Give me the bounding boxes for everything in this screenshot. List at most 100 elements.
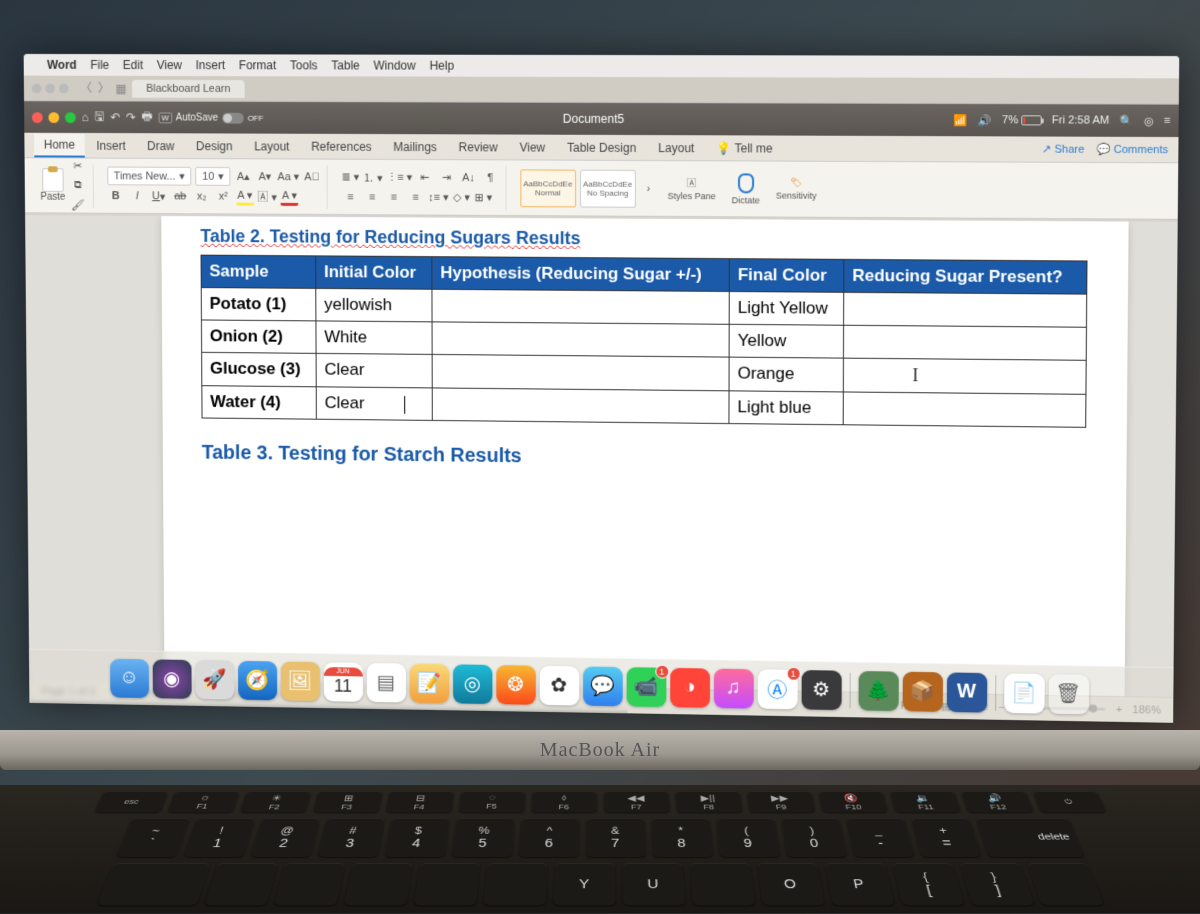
dictate-button[interactable]: Dictate xyxy=(726,173,766,205)
style-normal[interactable]: AaBbCcDdEe Normal xyxy=(520,169,576,207)
word-dock-icon[interactable]: W xyxy=(946,672,986,712)
tab-layout2[interactable]: Layout xyxy=(648,137,704,159)
wifi-icon[interactable]: 📶 xyxy=(954,114,968,127)
safari-icon[interactable]: 🧭 xyxy=(238,660,277,700)
calendar-icon[interactable]: JUN 11 xyxy=(323,662,362,702)
key-esc[interactable]: esc xyxy=(94,791,168,812)
key-f8[interactable]: ▶||F8 xyxy=(675,791,742,812)
nav-back-icon[interactable]: 〈 xyxy=(80,80,92,97)
key-r[interactable] xyxy=(413,863,479,905)
paste-button[interactable]: Paste xyxy=(40,168,65,203)
browser-tab[interactable]: Blackboard Learn xyxy=(132,79,244,97)
autosave-toggle[interactable]: W AutoSave OFF xyxy=(159,112,264,123)
key-f1[interactable]: ☼F1 xyxy=(167,791,239,812)
tell-me[interactable]: 💡 Tell me xyxy=(706,137,782,159)
key-e[interactable] xyxy=(343,863,412,905)
tab-design[interactable]: Design xyxy=(186,135,242,157)
copy-icon[interactable]: ⧉ xyxy=(69,177,87,195)
key-f11[interactable]: 🔉F11 xyxy=(889,791,960,812)
key-6[interactable]: ^6 xyxy=(519,818,579,857)
sidebar-icon[interactable]: ▦ xyxy=(115,81,126,95)
key-7[interactable]: &7 xyxy=(586,818,646,857)
cut-icon[interactable]: ✂ xyxy=(69,157,87,175)
siri-icon[interactable]: ◎ xyxy=(1144,114,1154,127)
redo-icon[interactable]: ↷ xyxy=(126,110,136,124)
tab-mailings[interactable]: Mailings xyxy=(383,136,446,158)
key-f12[interactable]: 🔊F12 xyxy=(960,791,1032,812)
key-minus[interactable]: _- xyxy=(846,818,914,857)
underline-button[interactable]: U ▾ xyxy=(150,187,168,205)
app-name[interactable]: Word xyxy=(47,58,77,72)
key-f10[interactable]: 🔇F10 xyxy=(818,791,888,812)
key-tab[interactable] xyxy=(96,863,210,905)
font-color-button[interactable]: A ▾ xyxy=(281,188,299,206)
key-equals[interactable]: += xyxy=(910,818,980,857)
key-1[interactable]: !1 xyxy=(183,818,254,857)
app3-icon[interactable]: ◑ xyxy=(670,667,710,707)
menu-table[interactable]: Table xyxy=(331,58,359,72)
menu-help[interactable]: Help xyxy=(430,59,455,73)
fullscreen-icon[interactable] xyxy=(65,112,76,123)
app2-icon[interactable]: ❂ xyxy=(496,665,535,705)
battery-indicator[interactable]: 7% xyxy=(1002,114,1042,126)
key-2[interactable]: @2 xyxy=(250,818,319,857)
tab-table-design[interactable]: Table Design xyxy=(557,136,646,158)
launchpad-icon[interactable]: 🚀 xyxy=(195,660,234,699)
change-case-button[interactable]: Aa ▾ xyxy=(277,168,299,186)
key-f4[interactable]: ⊟F4 xyxy=(385,791,453,812)
indent-button[interactable]: ⇥ xyxy=(438,169,456,187)
key-f3[interactable]: ⊞F3 xyxy=(313,791,383,812)
menu-file[interactable]: File xyxy=(90,58,109,72)
key-f6[interactable]: ⬨F6 xyxy=(531,791,597,812)
grow-font-button[interactable]: A▴ xyxy=(234,168,252,186)
tab-insert[interactable]: Insert xyxy=(87,134,136,156)
justify-button[interactable]: ≡ xyxy=(407,188,425,206)
appstore-icon[interactable]: Ⓐ1 xyxy=(757,669,797,709)
align-center-button[interactable]: ≡ xyxy=(363,188,381,206)
app5-icon[interactable]: 📦 xyxy=(902,671,942,711)
key-t[interactable] xyxy=(483,863,547,905)
key-backslash[interactable] xyxy=(1026,863,1103,905)
italic-button[interactable]: I xyxy=(128,187,146,205)
subscript-button[interactable]: x₂ xyxy=(193,188,211,206)
key-y[interactable]: Y xyxy=(553,863,615,905)
shrink-font-button[interactable]: A▾ xyxy=(256,168,274,186)
photos-icon[interactable]: ✿ xyxy=(539,665,579,705)
share-button[interactable]: ↗ Share xyxy=(1042,143,1085,156)
key-5[interactable]: %5 xyxy=(451,818,514,857)
key-3[interactable]: #3 xyxy=(317,818,384,857)
minimize-icon[interactable] xyxy=(48,112,59,123)
table2[interactable]: Sample Initial Color Hypothesis (Reducin… xyxy=(201,255,1088,428)
settings-icon[interactable]: ⚙ xyxy=(801,670,841,710)
font-size-select[interactable]: 10 ▾ xyxy=(195,167,230,186)
menu-tools[interactable]: Tools xyxy=(290,58,318,72)
line-spacing-button[interactable]: ↕≡ ▾ xyxy=(428,188,448,206)
strike-button[interactable]: ab xyxy=(171,188,189,206)
messages-icon[interactable]: 💬 xyxy=(583,666,623,706)
key-u[interactable]: U xyxy=(622,863,685,905)
key-power[interactable]: ⏻ xyxy=(1032,791,1106,812)
print-icon[interactable]: 🖶 xyxy=(142,107,153,128)
menu-window[interactable]: Window xyxy=(373,59,415,73)
spotlight-icon[interactable]: 🔍 xyxy=(1119,114,1133,127)
finder-icon[interactable]: ☺ xyxy=(110,658,149,697)
show-marks-button[interactable]: ¶ xyxy=(481,169,499,187)
tab-home[interactable]: Home xyxy=(34,133,85,157)
multilevel-button[interactable]: ⋮≡ ▾ xyxy=(386,168,412,186)
bullets-button[interactable]: ≣ ▾ xyxy=(341,168,359,186)
format-painter-icon[interactable]: 🖌 xyxy=(69,196,87,214)
home-icon[interactable]: ⌂ xyxy=(81,110,88,124)
highlight-button[interactable]: A ▾ xyxy=(236,188,254,206)
bold-button[interactable]: B xyxy=(107,187,125,205)
key-bracket-r[interactable]: }] xyxy=(959,863,1034,905)
key-tilde[interactable]: ~` xyxy=(116,818,190,857)
trash-icon[interactable]: 🗑 xyxy=(1048,674,1089,714)
notes-icon[interactable]: 📝 xyxy=(409,663,448,703)
toggle-icon[interactable] xyxy=(222,112,244,123)
nav-fwd-icon[interactable]: 〉 xyxy=(98,80,110,97)
app4-icon[interactable]: 🌲 xyxy=(858,670,898,710)
menu-format[interactable]: Format xyxy=(239,58,276,72)
font-name-select[interactable]: Times New... ▾ xyxy=(107,167,192,186)
tab-view[interactable]: View xyxy=(510,136,556,158)
key-f5[interactable]: ◌F5 xyxy=(458,791,525,812)
